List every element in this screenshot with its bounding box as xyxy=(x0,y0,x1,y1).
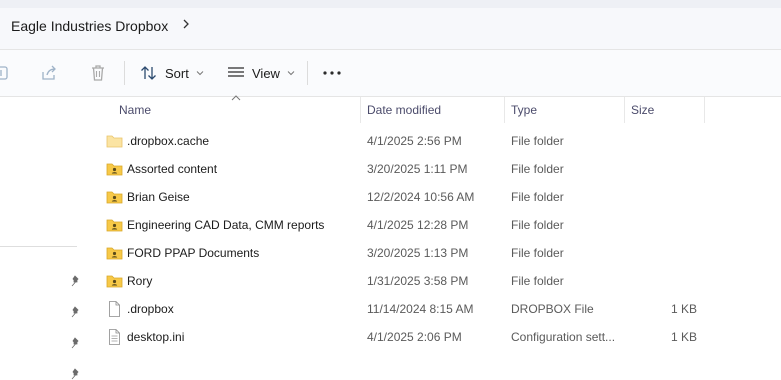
column-header-date[interactable]: Date modified xyxy=(367,103,441,117)
column-header-size[interactable]: Size xyxy=(631,103,654,117)
sort-button[interactable]: Sort xyxy=(140,60,205,86)
file-type: File folder xyxy=(511,190,564,204)
settings-file-icon xyxy=(109,329,120,345)
file-date: 3/20/2025 1:11 PM xyxy=(367,162,468,176)
file-name: Rory xyxy=(127,274,153,288)
pin-icon[interactable] xyxy=(69,275,81,287)
column-divider[interactable] xyxy=(360,97,361,123)
file-row[interactable]: desktop.ini 4/1/2025 2:06 PM Configurati… xyxy=(88,323,781,351)
column-divider[interactable] xyxy=(504,97,505,123)
pin-icon[interactable] xyxy=(69,337,81,349)
title-strip xyxy=(0,0,781,8)
file-type: File folder xyxy=(511,218,564,232)
folder-icon xyxy=(106,135,123,148)
rename-icon[interactable] xyxy=(0,63,12,83)
more-options-button[interactable] xyxy=(322,60,342,86)
file-row[interactable]: Engineering CAD Data, CMM reports 4/1/20… xyxy=(88,211,781,239)
column-header-name[interactable]: Name xyxy=(119,103,151,117)
column-header-row: Name Date modified Type Size xyxy=(88,95,781,123)
file-row[interactable]: Rory 1/31/2025 3:58 PM File folder xyxy=(88,267,781,295)
file-name: .dropbox.cache xyxy=(127,134,210,148)
navigation-pane xyxy=(0,97,88,380)
view-label: View xyxy=(252,65,280,81)
chevron-down-icon xyxy=(196,71,204,76)
file-list: Name Date modified Type Size .dropbox.ca… xyxy=(88,95,781,379)
shared-folder-icon xyxy=(106,191,123,204)
more-icon xyxy=(323,71,341,75)
file-date: 1/31/2025 3:58 PM xyxy=(367,274,469,288)
chevron-right-icon[interactable] xyxy=(179,14,193,34)
file-name: Brian Geise xyxy=(127,190,190,204)
file-type: File folder xyxy=(511,162,564,176)
view-icon xyxy=(228,67,244,77)
file-type: File folder xyxy=(511,246,564,260)
file-size: 1 KB xyxy=(670,302,697,316)
toolbar-separator xyxy=(307,61,308,85)
file-date: 4/1/2025 12:28 PM xyxy=(367,218,469,232)
file-row[interactable]: FORD PPAP Documents 3/20/2025 1:13 PM Fi… xyxy=(88,239,781,267)
file-name: desktop.ini xyxy=(127,330,185,344)
column-header-type[interactable]: Type xyxy=(511,103,537,117)
file-name: .dropbox xyxy=(127,302,174,316)
sort-icon xyxy=(141,66,156,80)
file-row[interactable]: .dropbox.cache 4/1/2025 2:56 PM File fol… xyxy=(88,127,781,155)
file-date: 11/14/2024 8:15 AM xyxy=(367,302,474,316)
shared-folder-icon xyxy=(106,275,123,288)
delete-icon[interactable] xyxy=(88,63,108,83)
file-date: 4/1/2025 2:56 PM xyxy=(367,134,462,148)
column-divider[interactable] xyxy=(704,97,705,123)
chevron-down-icon xyxy=(287,71,295,76)
address-bar: Eagle Industries Dropbox xyxy=(0,0,781,50)
shared-folder-icon xyxy=(106,163,123,176)
breadcrumb-item[interactable]: Eagle Industries Dropbox xyxy=(9,16,170,36)
file-size: 1 KB xyxy=(670,330,697,344)
sort-label: Sort xyxy=(165,65,189,81)
file-name: FORD PPAP Documents xyxy=(127,246,260,260)
share-icon[interactable] xyxy=(39,63,59,83)
file-row[interactable]: .dropbox 11/14/2024 8:15 AM DROPBOX File… xyxy=(88,295,781,323)
toolbar-separator xyxy=(124,61,125,85)
file-row[interactable]: Brian Geise 12/2/2024 10:56 AM File fold… xyxy=(88,183,781,211)
file-type: File folder xyxy=(511,274,564,288)
file-type: DROPBOX File xyxy=(511,302,594,316)
file-name: Assorted content xyxy=(127,162,218,176)
file-icon xyxy=(109,301,120,317)
file-row[interactable]: Assorted content 3/20/2025 1:11 PM File … xyxy=(88,155,781,183)
pin-icon[interactable] xyxy=(69,306,81,318)
view-button[interactable]: View xyxy=(227,60,296,86)
pin-icon[interactable] xyxy=(69,368,81,380)
command-bar: Sort View xyxy=(0,50,781,97)
nav-divider xyxy=(0,246,77,247)
file-date: 4/1/2025 2:06 PM xyxy=(367,330,462,344)
file-date: 12/2/2024 10:56 AM xyxy=(367,190,475,204)
file-type: Configuration sett... xyxy=(511,330,616,344)
file-name: Engineering CAD Data, CMM reports xyxy=(127,218,325,232)
column-divider[interactable] xyxy=(624,97,625,123)
sort-ascending-icon xyxy=(231,95,241,101)
shared-folder-icon xyxy=(106,247,123,260)
file-date: 3/20/2025 1:13 PM xyxy=(367,246,469,260)
shared-folder-icon xyxy=(106,219,123,232)
file-type: File folder xyxy=(511,134,564,148)
